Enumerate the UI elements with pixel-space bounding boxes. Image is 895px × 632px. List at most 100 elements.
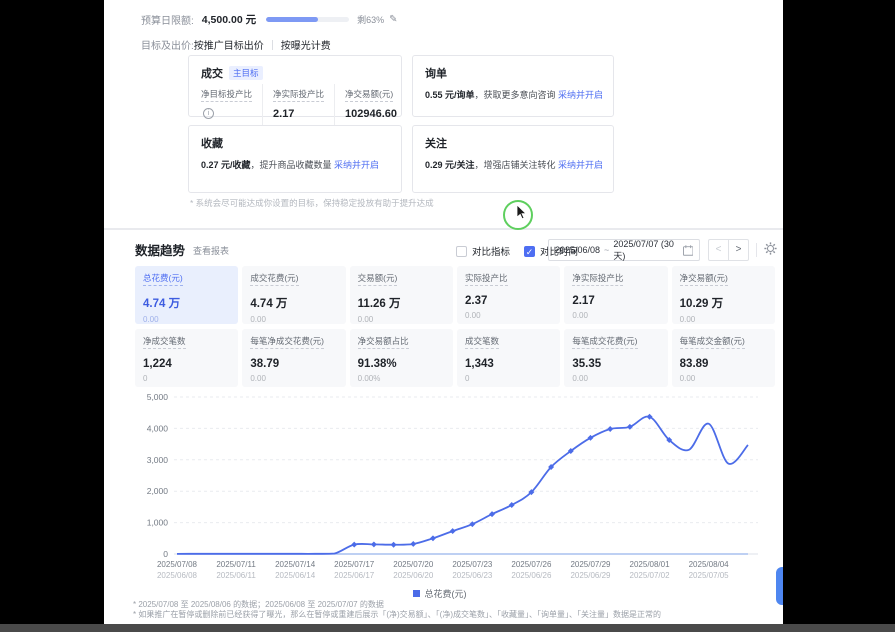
budget-progress-fill: [266, 17, 318, 22]
legend-marker: [413, 590, 420, 597]
controls-divider: [756, 243, 757, 257]
settings-gear-icon[interactable]: [764, 242, 777, 255]
svg-text:2025/06/23: 2025/06/23: [452, 571, 493, 580]
svg-text:2025/06/08: 2025/06/08: [157, 571, 198, 580]
metric-card[interactable]: 总花费(元) 4.74 万 0.00: [135, 266, 238, 324]
adopt-enable-link[interactable]: 采纳并开启: [334, 160, 379, 170]
date-next-button[interactable]: >: [728, 239, 749, 261]
screen: 广详情意广诊断记录 预算日限额: 4,500.00 元 剩63% ✎ 目标及出价…: [0, 0, 895, 632]
app-window: 广详情意广诊断记录 预算日限额: 4,500.00 元 剩63% ✎ 目标及出价…: [104, 0, 783, 624]
legend-label: 总花费(元): [425, 587, 467, 600]
metric-value: 4.74 万: [250, 295, 337, 311]
info-icon[interactable]: i: [203, 108, 214, 119]
metric-value: 11.26 万: [358, 295, 445, 311]
metric-value: 2.37: [465, 295, 552, 307]
metric-value: 2.17: [572, 295, 659, 307]
goal-card-favorite[interactable]: 收藏 0.27 元/收藏，提升商品收藏数量 采纳并开启: [188, 125, 402, 193]
metric-label: 成交笔数: [465, 335, 499, 349]
metric-value: 4.74 万: [143, 295, 230, 311]
metric-compare-value: 0: [143, 374, 230, 383]
compare-time-checkbox[interactable]: ✓: [524, 246, 535, 257]
edit-budget-icon[interactable]: ✎: [389, 14, 397, 25]
svg-text:2025/07/26: 2025/07/26: [511, 560, 552, 569]
svg-text:2025/06/17: 2025/06/17: [334, 571, 375, 580]
metric-label: 净成交笔数: [143, 335, 186, 349]
svg-text:2,000: 2,000: [147, 486, 169, 496]
metric-card[interactable]: 净交易额占比91.38%0.00%: [350, 329, 453, 387]
goal-card-favorite-title: 收藏: [201, 135, 223, 151]
main-goal-badge: 主目标: [229, 66, 263, 80]
compare-metric-checkbox[interactable]: [456, 246, 467, 257]
metric-card[interactable]: 成交花费(元) 4.74 万 0.00: [242, 266, 345, 324]
svg-text:2025/07/29: 2025/07/29: [570, 560, 611, 569]
metric-compare-value: 0.00: [465, 311, 552, 320]
metric-label: 总花费(元): [143, 272, 183, 286]
metric-card[interactable]: 净实际投产比2.170.00: [564, 266, 667, 324]
svg-text:1,000: 1,000: [147, 518, 169, 528]
data-trend-panel: 数据趋势 查看报表 对比指标 ✓ 对比时间 2025/06/08 ~ 2025/…: [104, 230, 783, 624]
bidding-row: 目标及出价: 按推广目标出价 按曝光计费: [141, 37, 331, 52]
svg-text:2025/07/23: 2025/07/23: [452, 560, 493, 569]
metric-cards-grid: 总花费(元)4.74 万0.00成交花费(元)4.74 万0.00交易额(元)1…: [135, 266, 775, 387]
svg-text:4,000: 4,000: [147, 423, 169, 433]
metric-compare-value: 0.00: [250, 315, 337, 324]
svg-text:2025/08/04: 2025/08/04: [689, 560, 730, 569]
metric-card[interactable]: 每笔净成交花费(元)38.790.00: [242, 329, 345, 387]
metric-value: 1,343: [465, 358, 552, 370]
metric-card[interactable]: 净成交笔数1,2240: [135, 329, 238, 387]
svg-text:0: 0: [163, 549, 168, 559]
goal-card-deal-title: 成交: [201, 65, 223, 81]
date-start: 2025/06/08: [555, 245, 600, 255]
trend-title: 数据趋势: [135, 240, 185, 259]
metric-card[interactable]: 净交易额(元)10.29 万0.00: [672, 266, 775, 324]
budget-value: 4,500.00 元: [202, 12, 256, 27]
goal-note: * 系统会尽可能达成你设置的目标，保持稳定投放有助于提升达成: [190, 197, 434, 209]
svg-text:3,000: 3,000: [147, 455, 169, 465]
svg-text:2025/06/26: 2025/06/26: [511, 571, 552, 580]
promotion-settings-panel: 预算日限额: 4,500.00 元 剩63% ✎ 目标及出价: 按推广目标出价 …: [104, 0, 783, 230]
calendar-icon: [683, 245, 693, 256]
date-separator: ~: [604, 245, 609, 255]
goal-card-deal[interactable]: 成交主目标 净目标投产比i 2.45 ✎ 净实际投产比 2.17 净交易额(元)…: [188, 55, 402, 117]
bidding-label: 目标及出价:: [141, 37, 194, 52]
svg-text:2025/07/20: 2025/07/20: [393, 560, 434, 569]
metric-compare-value: 0.00: [358, 315, 445, 324]
metric-value: 10.29 万: [680, 295, 767, 311]
metric-compare-value: 0.00: [680, 374, 767, 383]
metric-label: 净实际投产比: [572, 272, 623, 286]
adopt-enable-link[interactable]: 采纳并开启: [558, 160, 603, 170]
bidding-option-exposure[interactable]: 按曝光计费: [281, 37, 331, 52]
date-range-picker[interactable]: 2025/06/08 ~ 2025/07/07 (30天): [548, 239, 700, 261]
metric-label: 每笔净成交花费(元): [250, 335, 324, 349]
metric-compare-value: 0.00: [572, 374, 659, 383]
metric-label: 净交易额占比: [358, 335, 409, 349]
date-prev-button[interactable]: <: [708, 239, 729, 261]
metric-label: 成交花费(元): [250, 272, 298, 286]
metric-compare-value: 0.00: [143, 315, 230, 324]
metric-card[interactable]: 实际投产比2.370.00: [457, 266, 560, 324]
goal-card-follow[interactable]: 关注 0.29 元/关注，增强店铺关注转化 采纳并开启: [412, 125, 614, 193]
floating-side-tab[interactable]: [776, 567, 783, 605]
goal-card-inquiry[interactable]: 询单 0.55 元/询单，获取更多意向咨询 采纳并开启: [412, 55, 614, 117]
budget-label: 预算日限额:: [141, 12, 194, 27]
svg-text:2025/07/08: 2025/07/08: [157, 560, 198, 569]
metric-card[interactable]: 每笔成交花费(元)35.350.00: [564, 329, 667, 387]
trend-line-chart[interactable]: 01,0002,0003,0004,0005,0002025/07/082025…: [128, 386, 783, 592]
mouse-cursor-icon: [516, 205, 528, 220]
svg-text:2025/07/11: 2025/07/11: [216, 560, 256, 569]
budget-progress-bar: [266, 17, 349, 22]
adopt-enable-link[interactable]: 采纳并开启: [558, 90, 603, 100]
svg-text:2025/07/14: 2025/07/14: [275, 560, 316, 569]
svg-text:2025/07/17: 2025/07/17: [334, 560, 375, 569]
metric-card[interactable]: 成交笔数1,3430: [457, 329, 560, 387]
bidding-option-goal[interactable]: 按推广目标出价: [194, 37, 264, 52]
svg-text:2025/07/05: 2025/07/05: [689, 571, 730, 580]
chart-footnote-2: * 如果推广在暂停或删除前已经获得了曝光，那么在暂停或重建后展示「(净)交易额」…: [133, 609, 661, 620]
metric-card[interactable]: 交易额(元)11.26 万0.00: [350, 266, 453, 324]
metric-compare-value: 0.00: [250, 374, 337, 383]
budget-remaining: 剩63%: [357, 13, 384, 26]
view-report-link[interactable]: 查看报表: [193, 244, 229, 257]
goal-card-inquiry-title: 询单: [425, 65, 447, 81]
compare-metric-label: 对比指标: [472, 244, 510, 258]
metric-card[interactable]: 每笔成交金额(元)83.890.00: [672, 329, 775, 387]
